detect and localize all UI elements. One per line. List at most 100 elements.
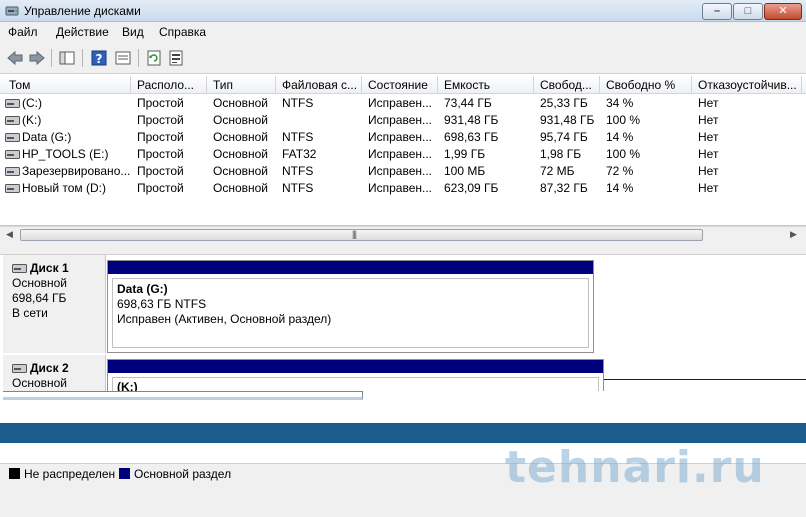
column-header-free[interactable]: Свобод... [534, 76, 600, 94]
cell-capacity: 100 МБ [444, 164, 486, 178]
partition-details: Data (G:) 698,63 ГБ NTFS Исправен (Актив… [112, 278, 589, 348]
cell-fault-tolerance: Нет [698, 181, 719, 195]
primary-partition-band [108, 261, 593, 274]
table-row[interactable]: HP_TOOLS (E:) Простой Основной FAT32 Исп… [0, 146, 806, 163]
column-header-status[interactable]: Состояние [362, 76, 438, 94]
cell-free-percent: 14 % [606, 130, 634, 144]
console-tree-icon[interactable] [58, 49, 76, 67]
disk-2-unallocated-line [604, 379, 806, 380]
column-header-free-percent[interactable]: Свободно % [600, 76, 692, 94]
watermark: tehnari.ru [505, 442, 765, 493]
partition-size: 698,63 ГБ NTFS [117, 297, 207, 311]
cell-filesystem: NTFS [282, 181, 314, 195]
scroll-ghost [3, 391, 363, 400]
cell-type: Основной [213, 164, 269, 178]
menu-action[interactable]: Действие [56, 25, 109, 39]
cell-filesystem: FAT32 [282, 147, 317, 161]
disk-1-label[interactable]: Диск 1 Основной 698,64 ГБ В сети [3, 255, 106, 353]
column-header-volume[interactable]: Том [3, 76, 131, 94]
partition-name: Data (G:) [117, 282, 168, 296]
cell-free: 72 МБ [540, 164, 575, 178]
cell-layout: Простой [137, 130, 184, 144]
column-header-type[interactable]: Тип [207, 76, 276, 94]
maximize-button[interactable]: □ [733, 3, 763, 20]
cell-free-percent: 14 % [606, 181, 634, 195]
menu-view[interactable]: Вид [122, 25, 144, 39]
column-header-fault-tolerance[interactable]: Отказоустойчив... [692, 76, 802, 94]
cell-volume: Data (G:) [22, 130, 72, 144]
properties-icon[interactable] [167, 49, 185, 67]
legend-primary-label: Основной раздел [134, 467, 232, 481]
column-header-layout[interactable]: Располо... [131, 76, 207, 94]
horizontal-scrollbar[interactable]: ◀ ||| ▶ [0, 226, 806, 243]
cell-capacity: 1,99 ГБ [444, 147, 486, 161]
column-header-filesystem[interactable]: Файловая с... [276, 76, 362, 94]
forward-arrow-icon[interactable] [28, 49, 46, 67]
cell-free: 95,74 ГБ [540, 130, 588, 144]
disk-1-size: 698,64 ГБ [12, 291, 67, 305]
partition-details: (K:) [112, 377, 599, 394]
minimize-button[interactable]: – [702, 3, 732, 20]
disk-map: Диск 1 Основной 698,64 ГБ В сети Data (G… [0, 255, 806, 394]
menu-help[interactable]: Справка [159, 25, 206, 39]
cell-fault-tolerance: Нет [698, 130, 719, 144]
cell-filesystem: NTFS [282, 164, 314, 178]
disk-2-label[interactable]: Диск 2 Основной [3, 355, 106, 391]
cell-free-percent: 100 % [606, 113, 641, 127]
scroll-right-icon[interactable]: ▶ [790, 229, 797, 240]
cell-free: 25,33 ГБ [540, 96, 588, 110]
legend-primary-swatch [119, 468, 130, 479]
cell-free-percent: 100 % [606, 147, 641, 161]
table-row[interactable]: (K:) Простой Основной Исправен... 931,48… [0, 112, 806, 129]
partition-k[interactable]: (K:) [107, 359, 604, 394]
table-row[interactable]: Data (G:) Простой Основной NTFS Исправен… [0, 129, 806, 146]
cell-type: Основной [213, 96, 269, 110]
legend-unallocated-swatch [9, 468, 20, 479]
cell-fault-tolerance: Нет [698, 113, 719, 127]
selection-band [0, 423, 806, 443]
cell-status: Исправен... [368, 181, 433, 195]
cell-capacity: 73,44 ГБ [444, 96, 492, 110]
cell-filesystem [282, 112, 362, 129]
cell-free: 931,48 ГБ [540, 113, 595, 127]
disk-icon [12, 364, 27, 373]
table-row[interactable]: (C:) Простой Основной NTFS Исправен... 7… [0, 95, 806, 112]
disk-2-name: Диск 2 [30, 361, 69, 375]
cell-status: Исправен... [368, 130, 433, 144]
scrollbar-thumb[interactable] [20, 229, 703, 241]
menu-file[interactable]: Файл [8, 25, 38, 39]
column-header-capacity[interactable]: Емкость [438, 76, 534, 94]
cell-filesystem: NTFS [282, 96, 314, 110]
volume-list: Том Располо... Тип Файловая с... Состоян… [0, 76, 806, 226]
details-icon[interactable] [114, 49, 132, 67]
disk-name: Диск 2 [12, 361, 105, 376]
close-button[interactable]: ✕ [764, 3, 802, 20]
disk-icon [12, 264, 27, 273]
menu-bar: Файл Действие Вид Справка [0, 22, 806, 42]
refresh-icon[interactable] [145, 49, 163, 67]
table-row[interactable]: Зарезервировано... Простой Основной NTFS… [0, 163, 806, 180]
help-icon[interactable]: ? [90, 49, 108, 67]
title-bar: Управление дисками – □ ✕ [0, 0, 806, 22]
minimize-icon: – [713, 5, 721, 17]
cell-free: 1,98 ГБ [540, 147, 582, 161]
cell-type: Основной [213, 147, 269, 161]
cell-volume: Зарезервировано... [22, 164, 131, 178]
table-header: Том Располо... Тип Файловая с... Состоян… [0, 76, 806, 94]
cell-status: Исправен... [368, 96, 433, 110]
cell-capacity: 623,09 ГБ [444, 181, 499, 195]
cell-status: Исправен... [368, 113, 433, 127]
scroll-left-icon[interactable]: ◀ [6, 229, 13, 240]
legend-bar: Не распределен Основной раздел tehnari.r… [0, 442, 806, 517]
svg-text:?: ? [96, 52, 103, 66]
partition-data-g[interactable]: Data (G:) 698,63 ГБ NTFS Исправен (Актив… [107, 260, 594, 353]
pane-splitter[interactable] [0, 243, 806, 255]
cell-layout: Простой [137, 147, 184, 161]
cell-free-percent: 34 % [606, 96, 634, 110]
cell-free-percent: 72 % [606, 164, 634, 178]
cell-layout: Простой [137, 181, 184, 195]
cell-status: Исправен... [368, 147, 433, 161]
table-row[interactable]: Новый том (D:) Простой Основной NTFS Исп… [0, 180, 806, 197]
toolbar-separator [82, 49, 83, 67]
back-arrow-icon[interactable] [6, 49, 24, 67]
